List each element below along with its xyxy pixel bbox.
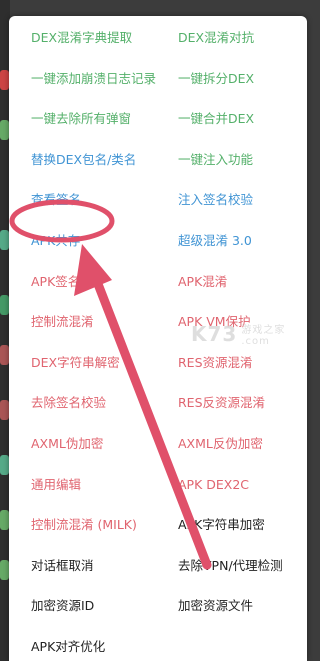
menu-item[interactable]: APK混淆: [178, 274, 227, 290]
watermark-domain: .com: [241, 335, 270, 347]
watermark-logo: K73 游戏之家 .com: [191, 322, 285, 347]
menu-item[interactable]: 一键添加崩溃日志记录: [31, 71, 156, 87]
background-app-icon: [0, 70, 9, 90]
menu-item[interactable]: RES反资源混淆: [178, 395, 265, 411]
background-app-icon: [0, 400, 9, 420]
menu-item[interactable]: 一键拆分DEX: [178, 71, 254, 87]
menu-item[interactable]: DEX混淆字典提取: [31, 30, 132, 46]
menu-item[interactable]: DEX字符串解密: [31, 355, 120, 371]
menu-item[interactable]: 替换DEX包名/类名: [31, 152, 136, 168]
menu-item[interactable]: APK共存: [31, 233, 80, 249]
menu-item[interactable]: 去除VPN/代理检测: [178, 558, 283, 574]
menu-item[interactable]: 加密资源ID: [31, 598, 94, 614]
menu-item[interactable]: 控制流混淆: [31, 314, 94, 330]
background-app-icon: [0, 560, 9, 580]
menu-item[interactable]: APK对齐优化: [31, 639, 105, 655]
menu-item[interactable]: AXML反伪加密: [178, 436, 263, 452]
menu-item[interactable]: 一键去除所有弹窗: [31, 111, 131, 127]
menu-item[interactable]: 通用编辑: [31, 477, 81, 493]
watermark-text: K73: [191, 322, 238, 346]
menu-item[interactable]: 超级混淆 3.0: [178, 233, 252, 249]
menu-item[interactable]: APK签名: [31, 274, 80, 290]
menu-item[interactable]: APK DEX2C: [178, 477, 249, 493]
menu-item[interactable]: 控制流混淆 (MILK): [31, 517, 137, 533]
background-app-icon: [0, 230, 9, 250]
menu-item[interactable]: DEX混淆对抗: [178, 30, 254, 46]
watermark-subtext: 游戏之家: [241, 324, 286, 336]
menu-item[interactable]: 去除签名校验: [31, 395, 106, 411]
background-app-icon: [0, 345, 9, 365]
background-app-icon: [0, 120, 9, 140]
menu-item[interactable]: RES资源混淆: [178, 355, 253, 371]
menu-item[interactable]: 一键注入功能: [178, 152, 253, 168]
menu-item[interactable]: 对话框取消: [31, 558, 94, 574]
background-app-icon: [0, 455, 9, 475]
background-app-icon: [0, 295, 9, 315]
menu-item[interactable]: 一键合并DEX: [178, 111, 254, 127]
menu-item[interactable]: 查看签名: [31, 192, 81, 208]
background-app-icon: [0, 510, 9, 530]
menu-item[interactable]: AXML伪加密: [31, 436, 103, 452]
menu-item[interactable]: 注入签名校验: [178, 192, 253, 208]
menu-item[interactable]: APK字符串加密: [178, 517, 265, 533]
menu-item[interactable]: 加密资源文件: [178, 598, 253, 614]
function-menu-dialog: DEX混淆字典提取一键添加崩溃日志记录 一键去除所有弹窗 替换DEX包名/类名 查看签…: [9, 16, 307, 661]
